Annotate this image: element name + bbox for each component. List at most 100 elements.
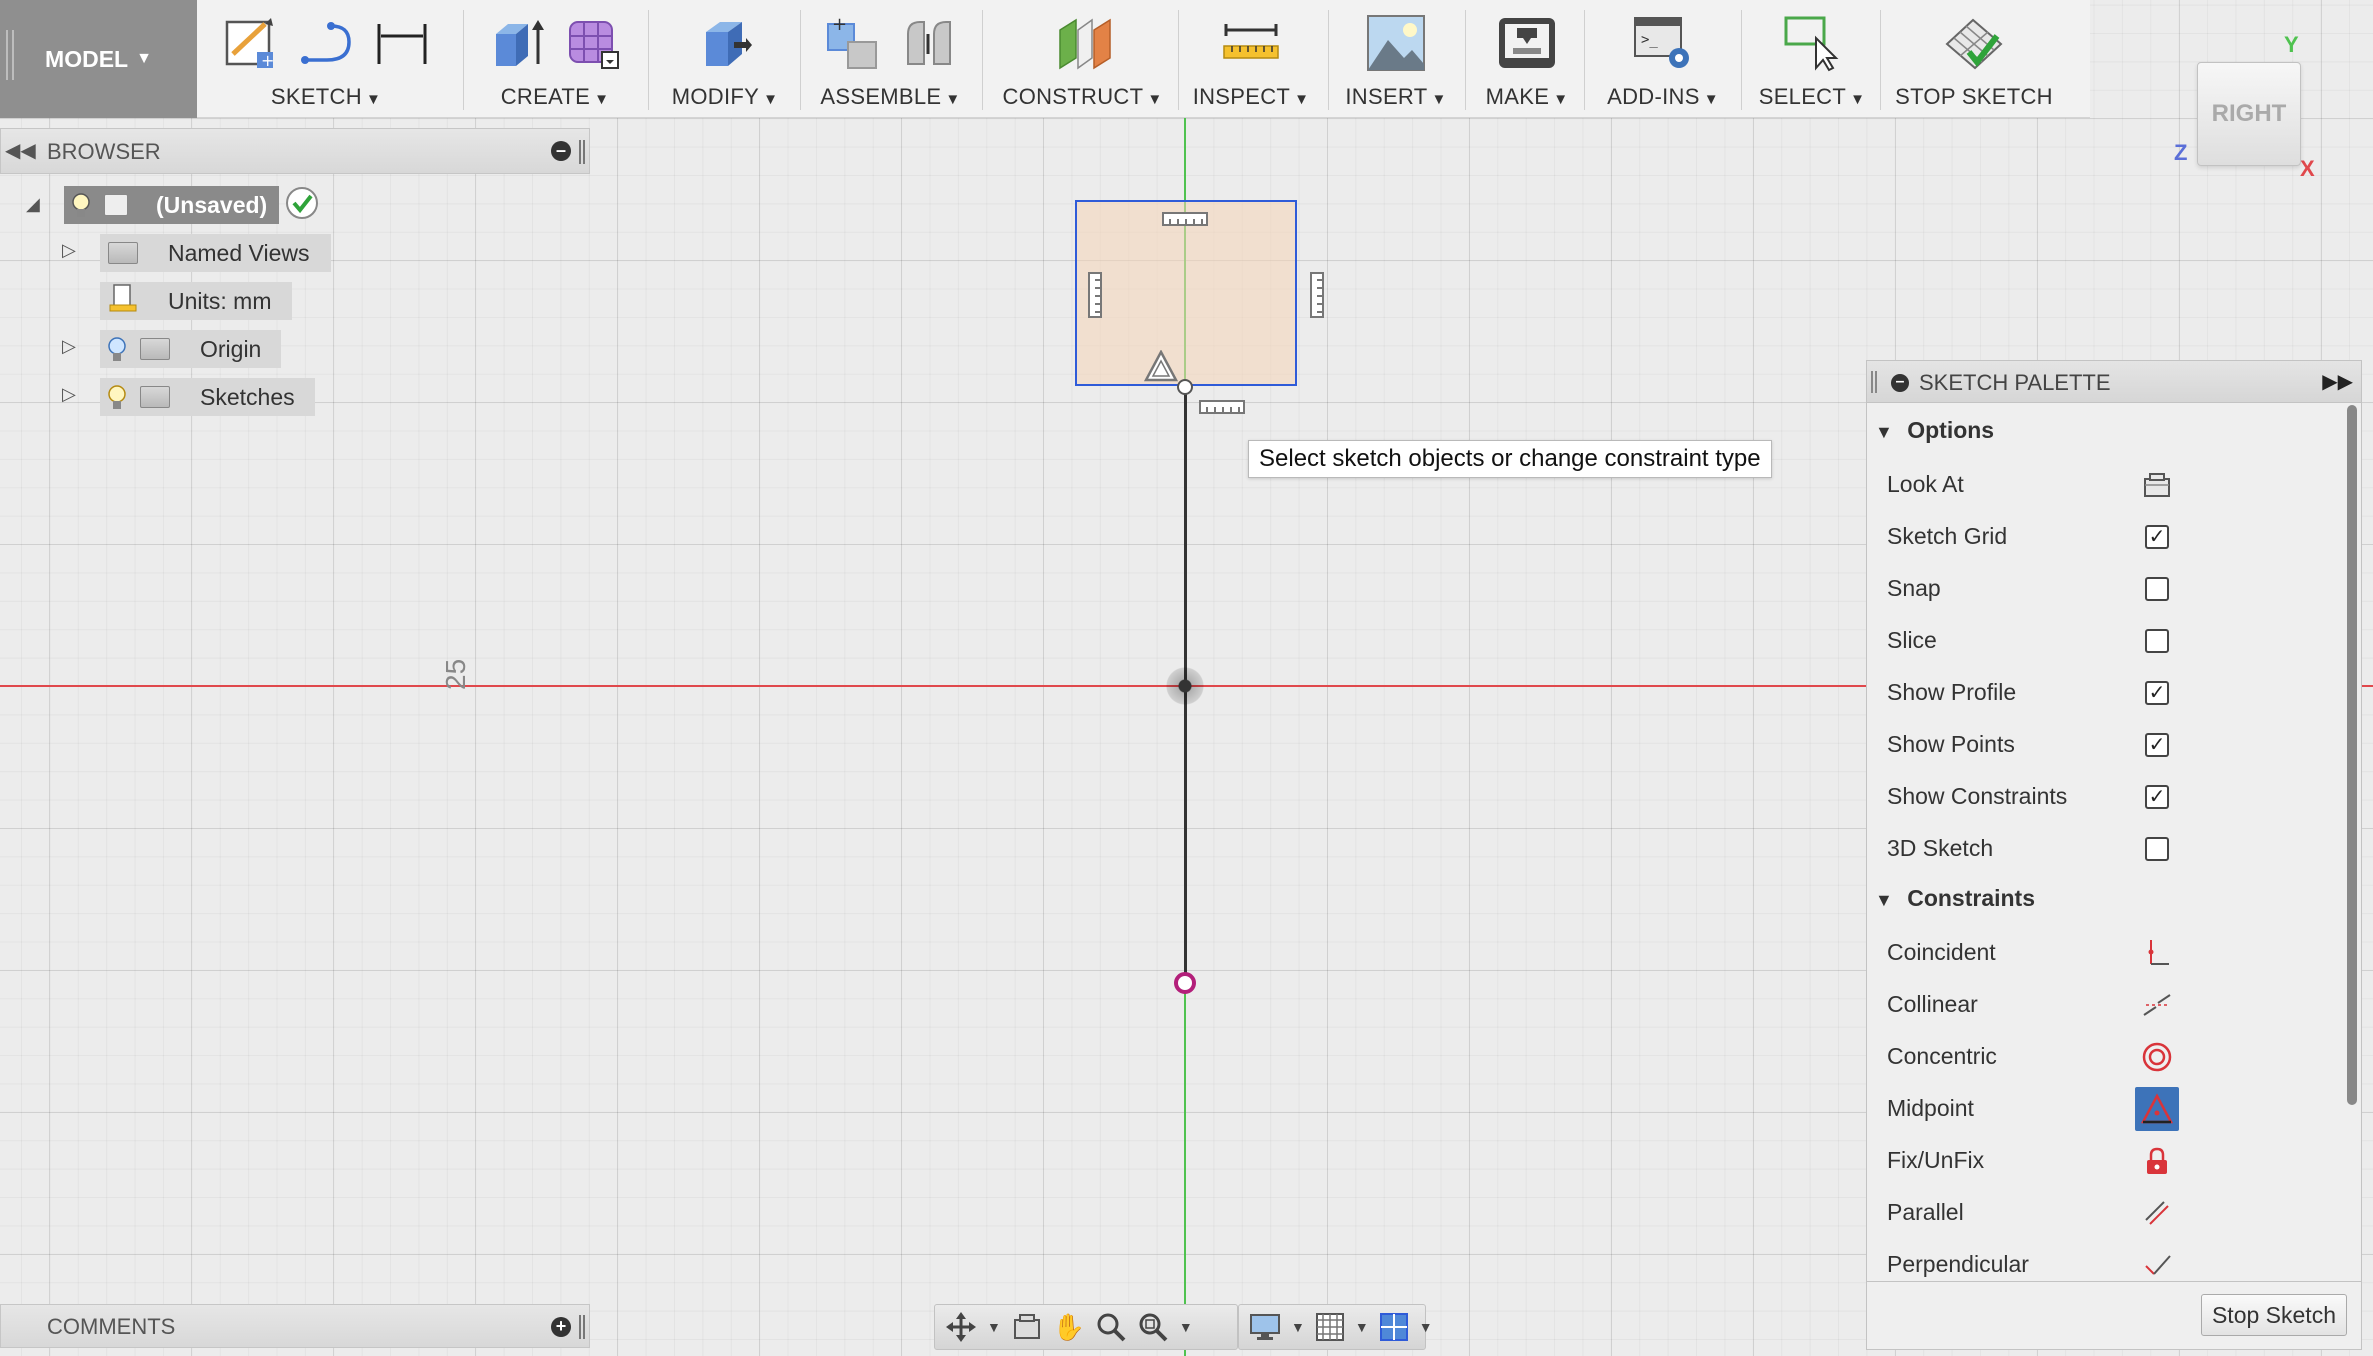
horizontal-constraint-icon[interactable]: [1162, 210, 1208, 234]
create-sketch-icon[interactable]: +: [219, 12, 281, 74]
make-menu[interactable]: MAKE ▼: [1472, 0, 1582, 118]
press-pull-icon[interactable]: [694, 12, 756, 74]
expand-triangle-icon[interactable]: ▷: [62, 384, 76, 405]
look-at-icon[interactable]: [1011, 1311, 1043, 1343]
option-3d-sketch[interactable]: 3D Sketch: [1887, 829, 2327, 869]
visibility-bulb-icon[interactable]: [108, 385, 126, 409]
extrude-icon[interactable]: [486, 12, 548, 74]
palette-scrollbar[interactable]: [2347, 405, 2357, 1105]
constraint-fix-unfix[interactable]: Fix/UnFix: [1887, 1141, 2327, 1181]
collapse-triangle-icon[interactable]: ◢: [26, 194, 40, 215]
browser-item-units[interactable]: Units: mm: [100, 282, 292, 320]
horizontal-constraint-icon[interactable]: [1199, 398, 1245, 422]
expand-panel-icon[interactable]: ▶▶: [2322, 369, 2353, 394]
zoom-icon[interactable]: [1095, 1311, 1127, 1343]
sketch-point[interactable]: [1177, 379, 1193, 395]
window-select-icon[interactable]: [1781, 12, 1843, 74]
option-show-profile[interactable]: Show Profile ✓: [1887, 673, 2327, 713]
minimize-icon[interactable]: –: [1891, 374, 1909, 392]
minimize-icon[interactable]: –: [551, 141, 571, 161]
option-slice[interactable]: Slice: [1887, 621, 2327, 661]
viewports-icon[interactable]: [1379, 1311, 1409, 1343]
panel-grip-icon[interactable]: [579, 140, 585, 164]
create-menu[interactable]: CREATE ▼: [470, 0, 640, 118]
assemble-menu[interactable]: + ASSEMBLE ▼: [808, 0, 973, 118]
viewcube[interactable]: RIGHT: [2197, 62, 2301, 166]
show-points-checkbox[interactable]: ✓: [2145, 733, 2169, 757]
midpoint-constraint-icon[interactable]: [1143, 349, 1179, 386]
option-snap[interactable]: Snap: [1887, 569, 2327, 609]
chevron-down-icon[interactable]: ▼: [1419, 1319, 1433, 1335]
stop-sketch-button[interactable]: Stop Sketch: [2200, 1294, 2347, 1336]
panel-grip-icon[interactable]: [579, 1315, 585, 1339]
insert-menu[interactable]: INSERT ▼: [1336, 0, 1456, 118]
browser-item-sketches[interactable]: Sketches: [100, 378, 315, 416]
insert-image-icon[interactable]: [1365, 12, 1427, 74]
concentric-icon[interactable]: [2139, 1039, 2175, 1075]
display-settings-icon[interactable]: [1249, 1311, 1281, 1343]
toolbar-grip[interactable]: [6, 30, 14, 80]
3d-sketch-checkbox[interactable]: [2145, 837, 2169, 861]
constraints-section-header[interactable]: ▼ Constraints: [1875, 885, 2035, 912]
add-comment-icon[interactable]: +: [551, 1317, 571, 1337]
sketch-grid-checkbox[interactable]: ✓: [2145, 525, 2169, 549]
chevron-down-icon[interactable]: ▼: [1355, 1319, 1369, 1335]
constraint-midpoint[interactable]: Midpoint: [1887, 1087, 2327, 1131]
orbit-icon[interactable]: [945, 1311, 977, 1343]
offset-plane-icon[interactable]: [1052, 12, 1114, 74]
expand-triangle-icon[interactable]: ▷: [62, 240, 76, 261]
chevron-down-icon[interactable]: ▼: [1291, 1319, 1305, 1335]
workspace-switcher-button[interactable]: MODEL ▼: [0, 0, 197, 118]
scripts-addins-icon[interactable]: >_: [1632, 12, 1694, 74]
browser-item-named-views[interactable]: Named Views: [100, 234, 332, 272]
show-profile-checkbox[interactable]: ✓: [2145, 681, 2169, 705]
snap-checkbox[interactable]: [2145, 577, 2169, 601]
browser-item-origin[interactable]: Origin: [100, 330, 282, 368]
panel-grip-icon[interactable]: [1871, 371, 1877, 393]
show-constraints-checkbox[interactable]: ✓: [2145, 785, 2169, 809]
dimension-tool-icon[interactable]: [371, 12, 433, 74]
option-sketch-grid[interactable]: Sketch Grid ✓: [1887, 517, 2327, 557]
lock-icon[interactable]: [2139, 1143, 2175, 1179]
constraint-concentric[interactable]: Concentric: [1887, 1037, 2327, 1077]
finish-sketch-icon[interactable]: [1943, 12, 2005, 74]
browser-root-item[interactable]: (Unsaved): [64, 186, 319, 224]
chevron-down-icon[interactable]: ▼: [987, 1319, 1001, 1335]
constraint-collinear[interactable]: Collinear: [1887, 985, 2327, 1025]
expand-triangle-icon[interactable]: ▷: [62, 336, 76, 357]
zoom-window-icon[interactable]: [1137, 1311, 1169, 1343]
measure-icon[interactable]: [1220, 12, 1282, 74]
joint-icon[interactable]: [898, 12, 960, 74]
activate-check-icon[interactable]: [285, 186, 319, 225]
perpendicular-icon[interactable]: [2139, 1247, 2175, 1283]
constraint-parallel[interactable]: Parallel: [1887, 1193, 2327, 1233]
slice-checkbox[interactable]: [2145, 629, 2169, 653]
form-icon[interactable]: [562, 12, 624, 74]
modify-menu[interactable]: MODIFY ▼: [655, 0, 795, 118]
chevron-down-icon[interactable]: ▼: [1179, 1319, 1193, 1335]
inspect-menu[interactable]: INSPECT ▼: [1186, 0, 1316, 118]
midpoint-icon[interactable]: [2135, 1087, 2179, 1131]
collinear-icon[interactable]: [2139, 987, 2175, 1023]
add-ins-menu[interactable]: >_ ADD-INS ▼: [1592, 0, 1734, 118]
options-section-header[interactable]: ▼ Options: [1875, 417, 1994, 444]
line-tool-icon[interactable]: [295, 12, 357, 74]
select-menu[interactable]: SELECT ▼: [1748, 0, 1876, 118]
3d-print-icon[interactable]: [1496, 12, 1558, 74]
constraint-coincident[interactable]: Coincident: [1887, 933, 2327, 973]
pan-hand-icon[interactable]: ✋: [1053, 1311, 1085, 1343]
new-component-icon[interactable]: +: [822, 12, 884, 74]
vertical-constraint-icon[interactable]: [1308, 272, 1328, 322]
visibility-bulb-icon[interactable]: [72, 193, 90, 217]
sketch-endpoint[interactable]: [1174, 972, 1196, 994]
vertical-constraint-icon[interactable]: [1086, 272, 1106, 322]
constraint-perpendicular[interactable]: Perpendicular: [1887, 1245, 2327, 1285]
option-look-at[interactable]: Look At: [1887, 465, 2327, 505]
construct-menu[interactable]: CONSTRUCT ▼: [990, 0, 1175, 118]
option-show-points[interactable]: Show Points ✓: [1887, 725, 2327, 765]
grid-settings-icon[interactable]: [1315, 1311, 1345, 1343]
option-show-constraints[interactable]: Show Constraints ✓: [1887, 777, 2327, 817]
parallel-icon[interactable]: [2139, 1195, 2175, 1231]
coincident-icon[interactable]: [2139, 935, 2175, 971]
sketch-menu[interactable]: + SKETCH ▼: [205, 0, 447, 118]
